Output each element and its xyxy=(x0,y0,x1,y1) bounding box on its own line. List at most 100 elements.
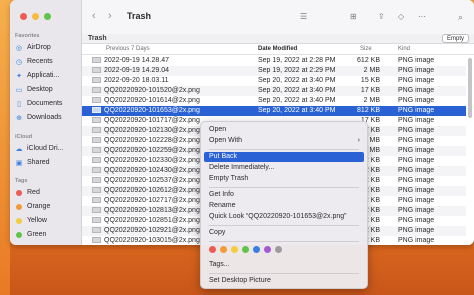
sidebar: Favorites ◎ AirDrop ◷ Recents ✦ Applicat… xyxy=(10,0,82,245)
file-name-text: 2022-09-19 14.28.47 xyxy=(104,57,169,64)
sidebar-item-label: Documents xyxy=(27,100,63,107)
tag-color-dot[interactable] xyxy=(275,246,282,253)
sidebar-tag-red[interactable]: Red xyxy=(15,187,40,198)
sidebar-item-airdrop[interactable]: ◎ AirDrop xyxy=(15,42,51,53)
file-date: Sep 20, 2022 at 3:40 PM xyxy=(258,87,336,94)
close-button[interactable] xyxy=(20,13,27,20)
file-size: 2 MB xyxy=(363,97,380,104)
menu-item-tags[interactable]: Tags... xyxy=(204,260,364,270)
sidebar-item-documents[interactable]: ▯ Documents xyxy=(15,98,62,109)
file-name: QQ20220920-102430@2x.png xyxy=(92,166,200,176)
file-date: Sep 20, 2022 at 3:40 PM xyxy=(258,77,336,84)
empty-trash-button[interactable]: Empty xyxy=(441,34,469,43)
png-file-icon xyxy=(92,217,101,224)
file-name-text: QQ20220920-102330@2x.png xyxy=(104,157,200,164)
file-kind: PNG image xyxy=(398,167,435,174)
file-name-text: QQ20220920-102228@2x.png xyxy=(104,137,200,144)
file-name: QQ20220920-101520@2x.png xyxy=(92,86,200,96)
sidebar-item-downloads[interactable]: ⊕ Downloads xyxy=(15,112,62,123)
sidebar-item-shared[interactable]: ▣ Shared xyxy=(15,157,50,168)
menu-item-rename[interactable]: Rename xyxy=(204,201,364,211)
share-icon[interactable]: ⇪ xyxy=(378,12,385,21)
minimize-button[interactable] xyxy=(32,13,39,20)
tag-color-dot[interactable] xyxy=(253,246,260,253)
kind-column-header[interactable]: Kind xyxy=(398,46,410,52)
file-date: Sep 20, 2022 at 3:40 PM xyxy=(258,107,336,114)
context-menu: Open Open With › Put Back Delete Immedia… xyxy=(200,121,368,289)
png-file-icon xyxy=(92,77,101,84)
table-row[interactable]: QQ20220920-101520@2x.png Sep 20, 2022 at … xyxy=(82,86,466,96)
file-kind: PNG image xyxy=(398,177,435,184)
file-name: QQ20220920-103015@2x.png xyxy=(92,236,200,245)
menu-item-delete-immediately[interactable]: Delete Immediately... xyxy=(204,163,364,173)
scrollbar[interactable] xyxy=(468,58,472,118)
sidebar-item-label: Orange xyxy=(27,203,51,210)
file-name-text: QQ20220920-102130@2x.png xyxy=(104,127,200,134)
date-modified-column-header[interactable]: Date Modified xyxy=(258,46,297,52)
file-name-text: QQ20220920-102921@2x.png xyxy=(104,227,200,234)
file-size: 812 KB xyxy=(357,107,380,114)
shared-folder-icon: ▣ xyxy=(15,159,23,167)
file-kind: PNG image xyxy=(398,157,435,164)
file-date: Sep 20, 2022 at 3:40 PM xyxy=(258,97,336,104)
file-size: 2 MB xyxy=(363,67,380,74)
tag-color-dot[interactable] xyxy=(209,246,216,253)
more-icon[interactable]: ⋯ xyxy=(418,12,426,21)
file-name-text: QQ20220920-102813@2x.png xyxy=(104,207,200,214)
sidebar-tag-green[interactable]: Green xyxy=(15,229,46,240)
png-file-icon xyxy=(92,207,101,214)
table-row[interactable]: QQ20220920-101614@2x.png Sep 20, 2022 at … xyxy=(82,96,466,106)
tag-color-dot[interactable] xyxy=(231,246,238,253)
sidebar-item-icloud-drive[interactable]: ☁ iCloud Dri... xyxy=(15,143,64,154)
menu-item-open-with[interactable]: Open With › xyxy=(204,136,364,146)
table-row-selected[interactable]: QQ20220920-101653@2x.png Sep 20, 2022 at … xyxy=(82,106,466,116)
file-name-text: QQ20220920-102259@2x.png xyxy=(104,147,200,154)
tag-color-picker xyxy=(209,246,282,253)
tag-icon[interactable]: ◇ xyxy=(398,12,404,21)
menu-item-quick-look[interactable]: Quick Look “QQ20220920-101653@2x.png” xyxy=(204,212,364,222)
menu-item-open[interactable]: Open xyxy=(204,125,364,135)
clock-icon: ◷ xyxy=(15,58,23,66)
menu-item-set-desktop-picture[interactable]: Set Desktop Picture xyxy=(204,276,364,286)
menu-item-get-info[interactable]: Get Info xyxy=(204,190,364,200)
file-name: QQ20220920-102813@2x.png xyxy=(92,206,200,216)
file-kind: PNG image xyxy=(398,147,435,154)
file-name: QQ20220920-102330@2x.png xyxy=(92,156,200,166)
file-name-text: 2022-09-19 14.29.04 xyxy=(104,67,169,74)
column-header: Previous 7 Days Date Modified Size Kind xyxy=(82,44,474,55)
menu-item-copy[interactable]: Copy xyxy=(204,228,364,238)
tag-color-dot[interactable] xyxy=(220,246,227,253)
tag-color-dot[interactable] xyxy=(242,246,249,253)
file-name-text: QQ20220920-101520@2x.png xyxy=(104,87,200,94)
file-kind: PNG image xyxy=(398,197,435,204)
tag-color-dot[interactable] xyxy=(264,246,271,253)
menu-item-put-back[interactable]: Put Back xyxy=(204,152,364,162)
sidebar-item-recents[interactable]: ◷ Recents xyxy=(15,56,53,67)
table-row[interactable]: 2022-09-19 14.28.47 Sep 19, 2022 at 2:28 … xyxy=(82,56,466,66)
file-name-text: QQ20220920-102717@2x.png xyxy=(104,197,200,204)
table-row[interactable]: 2022-09-20 18.03.11 Sep 20, 2022 at 3:40 … xyxy=(82,76,466,86)
forward-button[interactable]: › xyxy=(108,10,112,22)
sidebar-item-desktop[interactable]: ▭ Desktop xyxy=(15,84,53,95)
sidebar-tag-yellow[interactable]: Yellow xyxy=(15,215,47,226)
sidebar-item-label: Applicati... xyxy=(27,72,60,79)
png-file-icon xyxy=(92,137,101,144)
table-row[interactable]: 2022-09-19 14.29.04 Sep 19, 2022 at 2:29 … xyxy=(82,66,466,76)
name-column-header[interactable]: Previous 7 Days xyxy=(106,46,150,52)
group-icon[interactable]: ⊞ xyxy=(350,12,357,21)
size-column-header[interactable]: Size xyxy=(360,46,372,52)
file-name: QQ20220920-102851@2x.png xyxy=(92,216,200,226)
back-button[interactable]: ‹ xyxy=(92,10,96,22)
orange-tag-icon xyxy=(16,203,22,210)
sidebar-tag-orange[interactable]: Orange xyxy=(15,201,50,212)
sidebar-item-label: Yellow xyxy=(27,217,47,224)
sidebar-item-applications[interactable]: ✦ Applicati... xyxy=(15,70,59,81)
sidebar-item-label: Green xyxy=(27,231,47,238)
file-name-text: 2022-09-20 18.03.11 xyxy=(104,77,169,84)
file-name-text: QQ20220920-102612@2x.png xyxy=(104,187,200,194)
file-name: 2022-09-19 14.29.04 xyxy=(92,66,169,76)
list-view-icon[interactable]: ☰ xyxy=(300,12,307,21)
search-icon[interactable]: ⌕ xyxy=(458,12,463,23)
zoom-button[interactable] xyxy=(44,13,51,20)
menu-item-empty-trash[interactable]: Empty Trash xyxy=(204,174,364,184)
